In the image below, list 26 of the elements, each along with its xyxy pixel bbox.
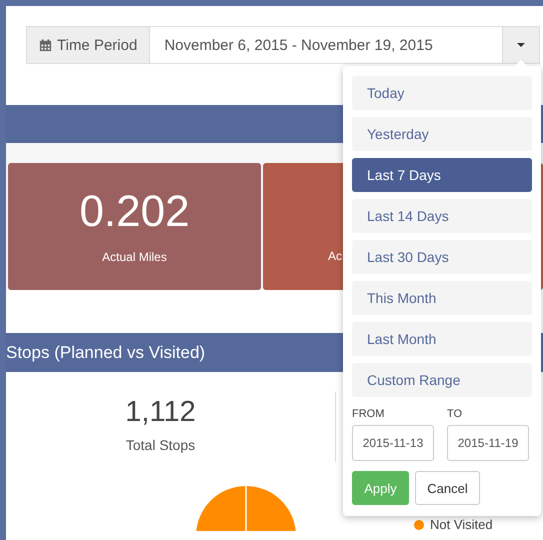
- from-label: FROM: [352, 408, 386, 420]
- legend-label: Not Visited: [430, 517, 493, 532]
- total-value: 1,112: [125, 396, 196, 429]
- panel-title: Stops (Planned vs Visited): [6, 342, 206, 362]
- to-label: TO: [447, 408, 462, 420]
- dropdown-button[interactable]: [502, 26, 540, 64]
- total-label: Total Stops: [126, 437, 196, 453]
- range-option[interactable]: Custom Range: [352, 363, 532, 397]
- apply-button[interactable]: Apply: [352, 471, 409, 505]
- caret-icon: [517, 43, 525, 47]
- date-range-field[interactable]: November 6, 2015 - November 19, 2015: [150, 26, 502, 64]
- stat-label: Actual Miles: [102, 250, 167, 264]
- range-option[interactable]: Last 7 Days: [352, 158, 532, 192]
- range-option[interactable]: Yesterday: [352, 117, 532, 151]
- range-option[interactable]: This Month: [352, 281, 532, 315]
- stat-label: Ac: [327, 248, 342, 262]
- cancel-button[interactable]: Cancel: [415, 471, 480, 505]
- range-option[interactable]: Last 14 Days: [352, 199, 532, 233]
- from-date-field[interactable]: 2015-11-13: [352, 425, 434, 461]
- stat-value: 0.202: [79, 190, 190, 234]
- range-option[interactable]: Last Month: [352, 322, 532, 356]
- calendar-icon: [39, 38, 52, 52]
- range-option[interactable]: Last 30 Days: [352, 240, 532, 274]
- range-option[interactable]: Today: [352, 76, 532, 110]
- time-period-text: Time Period: [57, 36, 138, 54]
- to-date-field[interactable]: 2015-11-19: [447, 425, 529, 461]
